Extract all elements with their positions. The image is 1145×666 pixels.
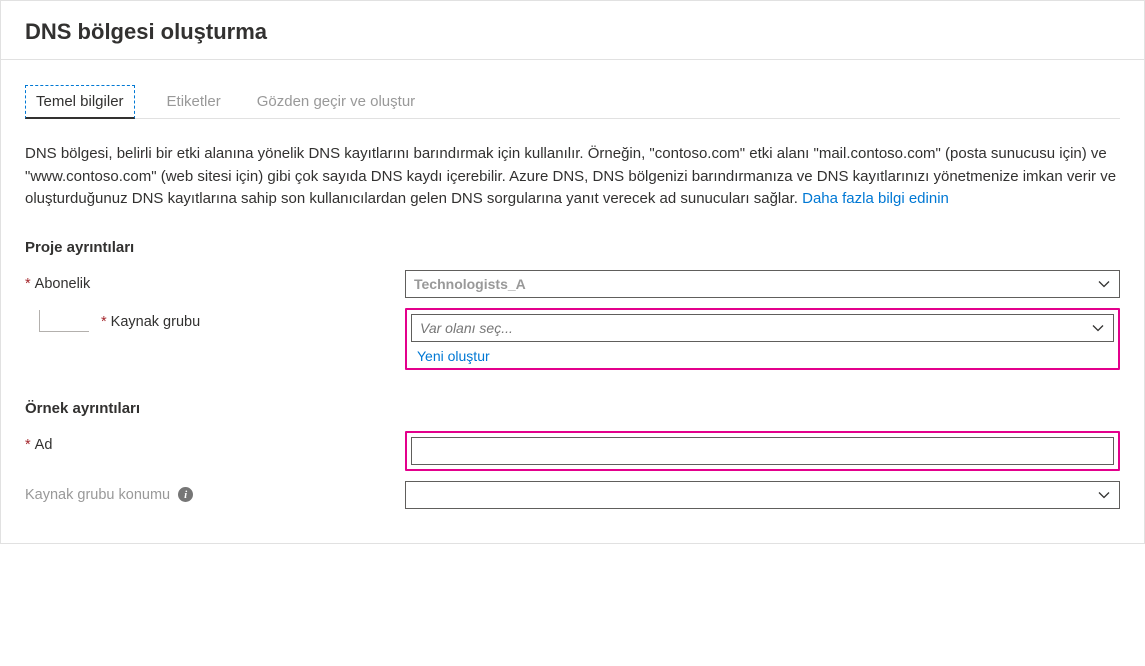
tab-tags[interactable]: Etiketler <box>163 85 225 119</box>
tab-basics[interactable]: Temel bilgiler <box>25 85 135 119</box>
resource-group-label: *Kaynak grubu <box>101 314 200 330</box>
tab-review[interactable]: Gözden geçir ve oluştur <box>253 85 419 119</box>
page-title: DNS bölgesi oluşturma <box>25 19 1120 45</box>
learn-more-link[interactable]: Daha fazla bilgi edinin <box>802 190 949 207</box>
create-new-link[interactable]: Yeni oluştur <box>417 348 490 364</box>
subscription-select[interactable]: Technologists_A <box>405 270 1120 298</box>
tree-connector <box>39 310 89 332</box>
resource-group-highlight: Var olanı seç... Yeni oluştur <box>405 308 1120 370</box>
description-body: DNS bölgesi, belirli bir etki alanına yö… <box>25 145 1116 207</box>
section-instance-details: Örnek ayrıntıları <box>25 400 1120 417</box>
chevron-down-icon <box>1097 488 1111 502</box>
required-indicator: * <box>25 276 31 292</box>
name-label: *Ad <box>25 431 405 453</box>
name-highlight <box>405 431 1120 471</box>
chevron-down-icon <box>1097 277 1111 291</box>
resource-group-placeholder: Var olanı seç... <box>420 320 513 336</box>
tab-bar: Temel bilgiler Etiketler Gözden geçir ve… <box>25 84 1120 119</box>
subscription-label: *Abonelik <box>25 270 405 292</box>
description-text: DNS bölgesi, belirli bir etki alanına yö… <box>25 143 1120 211</box>
name-input[interactable] <box>411 437 1114 465</box>
location-label: Kaynak grubu konumu i <box>25 481 405 503</box>
subscription-value: Technologists_A <box>414 276 526 292</box>
resource-group-select[interactable]: Var olanı seç... <box>411 314 1114 342</box>
location-select[interactable] <box>405 481 1120 509</box>
chevron-down-icon <box>1091 321 1105 335</box>
section-project-details: Proje ayrıntıları <box>25 239 1120 256</box>
required-indicator: * <box>25 437 31 453</box>
required-indicator: * <box>101 314 107 330</box>
info-icon[interactable]: i <box>178 487 193 502</box>
